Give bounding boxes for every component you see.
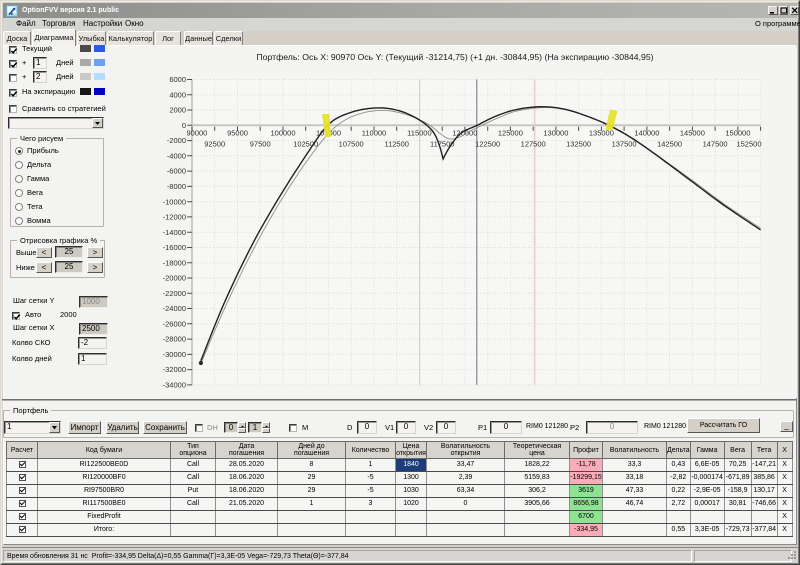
svg-text:117500: 117500 [430, 140, 454, 149]
svg-text:-16000: -16000 [163, 243, 186, 252]
svg-text:130000: 130000 [543, 129, 568, 138]
svg-text:4000: 4000 [169, 90, 186, 99]
svg-text:-14000: -14000 [163, 228, 186, 237]
svg-text:-6000: -6000 [167, 167, 186, 176]
svg-text:-24000: -24000 [163, 304, 186, 313]
svg-text:Портфель: Ось X: 90970 Ось: Портфель: Ось X: 90970 Ось Y: (Текущий -… [256, 52, 653, 62]
svg-text:-32000: -32000 [163, 365, 186, 374]
svg-text:150000: 150000 [725, 129, 750, 138]
svg-text:100000: 100000 [270, 129, 295, 138]
svg-text:97500: 97500 [250, 140, 271, 149]
svg-text:152500: 152500 [736, 140, 761, 149]
svg-text:147500: 147500 [703, 140, 728, 149]
svg-text:-26000: -26000 [163, 319, 186, 328]
svg-text:-20000: -20000 [163, 274, 186, 283]
svg-text:115000: 115000 [407, 129, 431, 138]
svg-text:90000: 90000 [187, 129, 208, 138]
svg-text:-8000: -8000 [167, 182, 186, 191]
svg-text:142500: 142500 [657, 140, 682, 149]
svg-text:125000: 125000 [498, 129, 523, 138]
svg-text:-12000: -12000 [163, 213, 186, 222]
svg-text:102500: 102500 [293, 140, 318, 149]
svg-text:137500: 137500 [612, 140, 637, 149]
svg-text:132500: 132500 [566, 140, 591, 149]
svg-text:0: 0 [182, 121, 186, 130]
svg-text:-10000: -10000 [163, 197, 186, 206]
svg-text:122500: 122500 [475, 140, 500, 149]
svg-text:127500: 127500 [521, 140, 546, 149]
svg-text:-28000: -28000 [163, 335, 186, 344]
svg-text:92500: 92500 [204, 140, 225, 149]
svg-text:-2000: -2000 [167, 136, 186, 145]
svg-text:-4000: -4000 [167, 151, 186, 160]
svg-text:6000: 6000 [169, 75, 186, 84]
svg-text:112500: 112500 [384, 140, 408, 149]
svg-text:140000: 140000 [634, 129, 659, 138]
svg-text:-22000: -22000 [163, 289, 186, 298]
svg-text:-34000: -34000 [163, 381, 186, 390]
svg-text:95000: 95000 [227, 129, 248, 138]
svg-text:2000: 2000 [169, 106, 186, 115]
svg-text:120000: 120000 [452, 129, 477, 138]
svg-text:110000: 110000 [362, 129, 386, 138]
svg-text:145000: 145000 [680, 129, 705, 138]
svg-text:-30000: -30000 [163, 350, 186, 359]
svg-text:107500: 107500 [339, 140, 364, 149]
svg-text:-18000: -18000 [163, 258, 186, 267]
